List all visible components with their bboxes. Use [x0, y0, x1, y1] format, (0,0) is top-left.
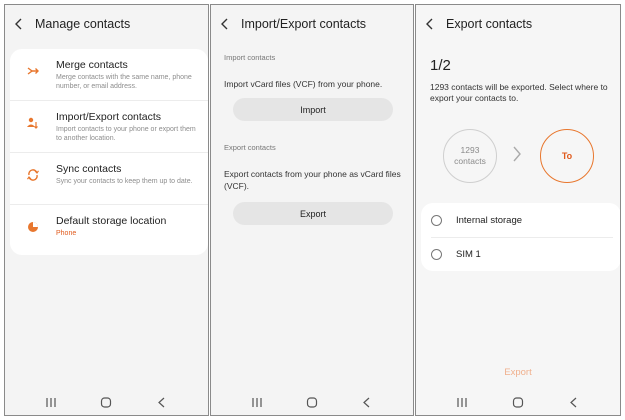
export-section-label: Export contacts	[224, 143, 276, 152]
page-title: Import/Export contacts	[241, 17, 367, 31]
export-button-disabled[interactable]: Export	[416, 367, 620, 378]
export-button[interactable]: Export	[233, 202, 393, 225]
default-storage-item[interactable]: Default storage location Phone	[10, 205, 208, 257]
manage-contacts-screen: Manage contacts Merge contacts Merge con…	[4, 4, 209, 416]
back-nav-icon	[363, 397, 370, 407]
import-export-contacts-item[interactable]: Import/Export contacts Import contacts t…	[10, 101, 208, 153]
recent-apps-icon	[252, 397, 262, 407]
import-export-screen: Import/Export contacts Import contacts I…	[210, 4, 414, 416]
navigation-bar	[211, 389, 413, 415]
item-title: Import/Export contacts	[56, 111, 162, 123]
item-title: Default storage location	[56, 215, 167, 227]
merge-icon	[27, 67, 39, 75]
item-value: Phone	[56, 230, 77, 237]
internal-storage-option[interactable]: Internal storage	[421, 203, 620, 237]
export-contacts-screen: Export contacts 1/2 1293 contacts will b…	[415, 4, 621, 416]
home-icon	[512, 396, 524, 408]
storage-pie-icon	[28, 222, 38, 232]
back-nav-icon	[570, 397, 577, 407]
import-section-label: Import contacts	[224, 53, 276, 62]
item-description: Merge contacts with the same name, phone…	[56, 74, 192, 90]
back-nav-button[interactable]	[152, 392, 172, 412]
item-description: Import contacts to your phone or export …	[56, 126, 196, 142]
back-nav-button[interactable]	[564, 392, 584, 412]
source-contacts-circle: 1293 contacts	[443, 129, 497, 183]
sync-contacts-item[interactable]: Sync contacts Sync your contacts to keep…	[10, 153, 208, 205]
sync-icon	[27, 169, 39, 181]
export-description: 1293 contacts will be exported. Select w…	[430, 82, 608, 103]
chevron-right-icon	[513, 146, 521, 162]
navigation-bar	[5, 389, 208, 415]
settings-card: Merge contacts Merge contacts with the s…	[10, 49, 208, 255]
step-indicator: 1/2	[430, 57, 451, 74]
back-button[interactable]	[5, 5, 33, 43]
home-button[interactable]	[96, 392, 116, 412]
item-description: Sync your contacts to keep them up to da…	[56, 178, 193, 185]
item-title: Sync contacts	[56, 163, 122, 175]
back-arrow-icon	[426, 18, 433, 30]
back-button[interactable]	[416, 5, 444, 43]
home-button[interactable]	[508, 392, 528, 412]
import-export-icon	[27, 117, 38, 129]
option-label: Internal storage	[456, 214, 523, 226]
contact-count: 1293	[460, 145, 480, 155]
page-title: Export contacts	[446, 17, 533, 31]
export-description: Export contacts from your phone as vCard…	[224, 169, 401, 191]
option-label: SIM 1	[456, 248, 481, 260]
radio-button[interactable]	[431, 214, 442, 226]
navigation-bar	[416, 389, 620, 415]
recent-apps-icon	[46, 397, 56, 407]
header: Export contacts	[416, 5, 620, 43]
item-title: Merge contacts	[56, 59, 128, 71]
destination-circle: To	[540, 129, 594, 183]
destination-label: To	[561, 151, 573, 161]
recent-apps-button[interactable]	[41, 392, 61, 412]
recent-apps-button[interactable]	[247, 392, 267, 412]
back-arrow-icon	[15, 18, 22, 30]
back-button[interactable]	[211, 5, 239, 43]
back-nav-icon	[158, 397, 165, 407]
recent-apps-button[interactable]	[452, 392, 472, 412]
radio-button[interactable]	[431, 248, 442, 260]
home-button[interactable]	[302, 392, 322, 412]
recent-apps-icon	[457, 397, 467, 407]
back-nav-button[interactable]	[357, 392, 377, 412]
contact-count-label: contacts	[454, 156, 486, 166]
import-button[interactable]: Import	[233, 98, 393, 121]
home-icon	[101, 396, 112, 408]
header: Import/Export contacts	[211, 5, 413, 43]
merge-contacts-item[interactable]: Merge contacts Merge contacts with the s…	[10, 49, 208, 101]
header: Manage contacts	[5, 5, 208, 43]
back-arrow-icon	[221, 18, 228, 30]
import-description: Import vCard files (VCF) from your phone…	[224, 79, 383, 89]
destination-options-card: Internal storage SIM 1	[421, 203, 620, 271]
sim1-option[interactable]: SIM 1	[421, 237, 620, 271]
page-title: Manage contacts	[35, 17, 131, 31]
home-icon	[306, 396, 318, 408]
